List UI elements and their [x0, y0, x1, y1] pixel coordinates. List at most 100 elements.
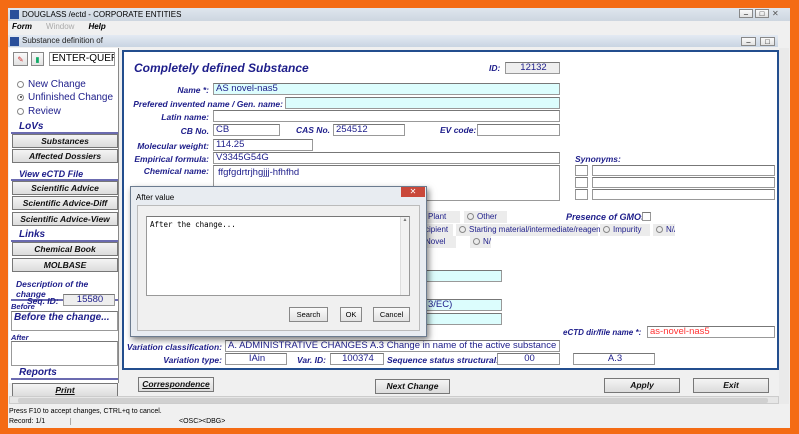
before-textarea[interactable]: Before the change... — [11, 311, 118, 331]
varid-label: Var. ID: — [297, 355, 326, 365]
synonym-field[interactable] — [592, 177, 775, 188]
reports-heading: Reports — [11, 367, 118, 380]
osc-indicator: <OSC> — [179, 418, 203, 425]
app-icon — [10, 10, 19, 19]
radio-label: Novel — [425, 237, 446, 246]
apply-button[interactable]: Apply — [604, 378, 680, 393]
name-field[interactable]: AS novel-nas5 — [213, 83, 560, 95]
minimize-button[interactable]: – — [739, 9, 753, 18]
cb-field[interactable]: CB — [213, 124, 280, 136]
status-hint: Press F10 to accept changes, CTRL+q to c… — [9, 408, 162, 415]
cas-label: CAS No. — [296, 125, 330, 135]
radio-new-change[interactable]: New Change — [17, 79, 86, 90]
synonym-check[interactable] — [575, 165, 588, 176]
formula-label: Empirical formula: — [134, 154, 209, 164]
vertical-scrollbar[interactable] — [779, 48, 789, 404]
synonym-check[interactable] — [575, 177, 588, 188]
after-textarea[interactable] — [11, 341, 118, 366]
close-button[interactable]: ✕ — [772, 9, 786, 18]
synonyms-label: Synonyms: — [575, 154, 621, 164]
title-bar: DOUGLASS /ectd - CORPORATE ENTITIES — [8, 8, 790, 21]
print-button[interactable]: Print — [12, 383, 118, 397]
mw-label: Molecular weight: — [137, 141, 209, 151]
maximize-button[interactable]: □ — [755, 9, 769, 18]
affected-dossiers-button[interactable]: Affected Dossiers — [12, 149, 118, 163]
vartype-label: Variation type: — [163, 355, 222, 365]
varclass-field[interactable]: A. ADMINISTRATIVE CHANGES A.3 Change in … — [225, 340, 560, 352]
sub-maximize-button[interactable]: □ — [760, 37, 775, 46]
radio-label: N/A — [483, 237, 491, 246]
next-change-button[interactable]: Next Change — [375, 379, 450, 394]
ec-field[interactable]: 3/EC) — [425, 299, 502, 311]
radio-label: cipient — [425, 225, 449, 234]
subwindow-title: Substance definition of — [8, 35, 778, 47]
vartype-field[interactable]: IAin — [225, 353, 287, 365]
cb-label: CB No. — [180, 126, 209, 136]
exit-door-icon[interactable]: ▮ — [31, 52, 44, 66]
gmo-checkbox[interactable] — [642, 212, 651, 221]
edit-icon[interactable]: ✎ — [13, 52, 28, 66]
pref-name-label: Prefered invented name / Gen. name: — [133, 99, 283, 109]
radio-starting-material[interactable]: Starting material/intermediate/reagent — [456, 224, 603, 236]
chem-name-label: Chemical name: — [143, 166, 209, 176]
radio-plant[interactable]: Plant — [425, 211, 460, 223]
menu-help[interactable]: Help — [88, 22, 105, 31]
name-label: Name *: — [177, 85, 209, 95]
radio-excipient[interactable]: cipient — [425, 224, 453, 236]
radio-label: Other — [477, 212, 498, 221]
menu-form[interactable]: Form — [12, 22, 32, 31]
formula-field[interactable]: V3345G54G — [213, 152, 560, 164]
cyan-field[interactable] — [425, 313, 502, 325]
radio-other[interactable]: Other — [464, 211, 507, 223]
exit-button[interactable]: Exit — [693, 378, 769, 393]
menu-window[interactable]: Window — [46, 22, 74, 31]
textarea-scrollbar[interactable]: ▲ — [400, 217, 409, 295]
radio-unfinished-change[interactable]: Unfinished Change — [17, 92, 113, 103]
subwindow-title-text: Substance definition of — [22, 36, 103, 45]
radio-impurity[interactable]: Impurity — [600, 224, 650, 236]
mode-field: ENTER-QUERY — [49, 52, 115, 66]
radio-na[interactable]: N/A — [653, 224, 675, 236]
form-icon — [10, 37, 19, 46]
links-heading: Links — [11, 229, 118, 242]
menu-bar: Form Window Help — [8, 21, 778, 33]
code-field[interactable]: A.3 — [573, 353, 655, 365]
synonym-field[interactable] — [592, 165, 775, 176]
horizontal-scrollbar[interactable] — [9, 396, 779, 404]
dialog-close-icon[interactable]: ✕ — [401, 187, 425, 197]
ev-code-field[interactable] — [477, 124, 560, 136]
synonym-check[interactable] — [575, 189, 588, 200]
radio-novel[interactable]: Novel — [425, 236, 456, 248]
sub-minimize-button[interactable]: – — [741, 37, 756, 46]
after-value-textarea[interactable]: After the change... — [146, 216, 410, 296]
varclass-label: Variation classification: — [126, 342, 222, 352]
correspondence-button[interactable]: Correspondence — [138, 377, 214, 392]
molbase-button[interactable]: MOLBASE — [12, 258, 118, 272]
scientific-advice-view-button[interactable]: Scientific Advice-View — [12, 212, 118, 226]
chemical-book-button[interactable]: Chemical Book — [12, 242, 118, 256]
substances-button[interactable]: Substances — [12, 134, 118, 148]
radio-review[interactable]: Review — [17, 106, 61, 117]
dialog-cancel-button[interactable]: Cancel — [373, 307, 410, 322]
cas-field[interactable]: 254512 — [333, 124, 405, 136]
radio-label: Review — [28, 106, 61, 117]
cyan-field[interactable] — [425, 270, 502, 282]
ev-code-label: EV code: — [440, 125, 477, 135]
latin-name-field[interactable] — [213, 110, 560, 122]
scientific-advice-button[interactable]: Scientific Advice — [12, 181, 118, 195]
scientific-advice-diff-button[interactable]: Scientific Advice-Diff — [12, 196, 118, 210]
dialog-search-button[interactable]: Search — [289, 307, 328, 322]
pref-name-field[interactable] — [285, 97, 560, 109]
seqstat-field[interactable]: 00 — [497, 353, 560, 365]
radio-label: N/A — [666, 225, 675, 234]
synonym-field[interactable] — [592, 189, 775, 200]
form-title: Completely defined Substance — [134, 61, 309, 75]
ectd-field[interactable]: as-novel-nas5 — [647, 326, 775, 338]
dialog-ok-button[interactable]: OK — [340, 307, 362, 322]
radio-na-2[interactable]: N/A — [470, 236, 491, 248]
record-indicator: Record: 1/1 — [9, 418, 71, 425]
view-ectd-heading: View eCTD File — [11, 169, 118, 181]
mw-field[interactable]: 114.25 — [213, 139, 313, 151]
radio-label: Plant — [428, 212, 447, 221]
varid-field[interactable]: 100374 — [330, 353, 384, 365]
